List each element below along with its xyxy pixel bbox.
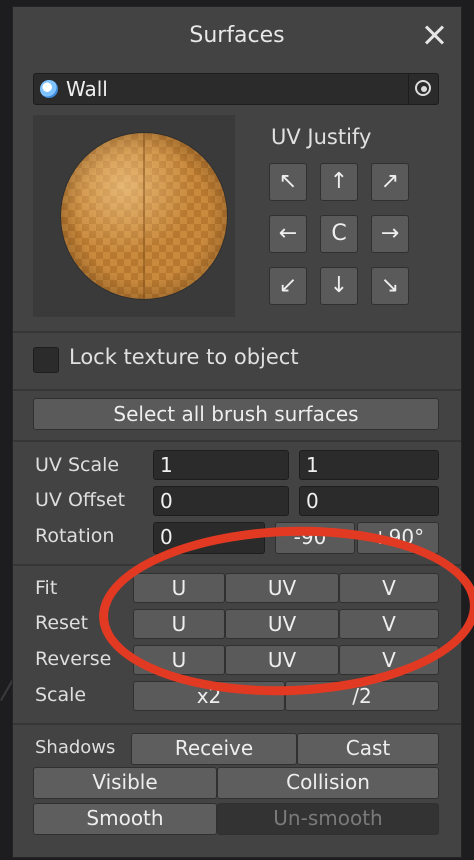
uv-justify-title: UV Justify xyxy=(271,125,372,149)
unsmooth-button[interactable]: Un-smooth xyxy=(217,803,439,835)
object-field[interactable]: Wall xyxy=(33,73,439,105)
reverse-label: Reverse xyxy=(35,648,112,670)
lock-texture-row: Lock texture to object xyxy=(13,341,461,385)
visible-toggle[interactable]: Visible xyxy=(33,767,217,799)
panel-title: Surfaces xyxy=(189,23,285,48)
object-field-value: Wall xyxy=(66,77,108,101)
sphere-seam xyxy=(143,133,145,299)
shadows-cast-toggle[interactable]: Cast xyxy=(297,733,439,765)
justify-left-button[interactable]: ← xyxy=(269,215,307,253)
uv-scale-label: UV Scale xyxy=(35,454,120,476)
scale-label: Scale xyxy=(35,684,87,706)
fit-label: Fit xyxy=(35,577,58,599)
rotation-label: Rotation xyxy=(35,525,115,547)
divider xyxy=(13,331,461,333)
reset-label: Reset xyxy=(35,612,89,634)
uv-scale-y-input[interactable]: 1 xyxy=(299,450,439,480)
select-all-surfaces-button[interactable]: Select all brush surfaces xyxy=(33,398,439,430)
lock-texture-label: Lock texture to object xyxy=(69,345,299,369)
justify-bottom-right-button[interactable]: ↘ xyxy=(371,267,409,305)
close-icon[interactable] xyxy=(421,21,449,49)
shadows-label: Shadows xyxy=(35,737,116,758)
divider xyxy=(13,440,461,442)
justify-bottom-left-button[interactable]: ↙ xyxy=(269,267,307,305)
material-preview xyxy=(33,115,235,317)
uv-offset-y-input[interactable]: 0 xyxy=(299,486,439,516)
smooth-button[interactable]: Smooth xyxy=(33,803,217,835)
divider xyxy=(13,723,461,725)
collision-toggle[interactable]: Collision xyxy=(217,767,439,799)
justify-right-button[interactable]: → xyxy=(371,215,409,253)
material-sphere xyxy=(61,133,227,299)
justify-center-button[interactable]: C xyxy=(320,215,358,253)
shadows-receive-toggle[interactable]: Receive xyxy=(131,733,297,765)
lock-texture-checkbox[interactable] xyxy=(33,347,59,373)
justify-bottom-button[interactable]: ↓ xyxy=(320,267,358,305)
surfaces-panel: Surfaces Wall UV Justify ↖ ↑ ↗ ← C → ↙ ↓… xyxy=(12,6,474,858)
uv-offset-label: UV Offset xyxy=(35,489,126,511)
game-object-icon xyxy=(40,80,58,98)
justify-top-right-button[interactable]: ↗ xyxy=(371,163,409,201)
divider xyxy=(13,389,461,391)
justify-top-button[interactable]: ↑ xyxy=(320,163,358,201)
uv-scale-x-input[interactable]: 1 xyxy=(153,450,289,480)
justify-top-left-button[interactable]: ↖ xyxy=(269,163,307,201)
uv-offset-x-input[interactable]: 0 xyxy=(153,486,289,516)
object-picker-icon[interactable] xyxy=(408,74,438,104)
